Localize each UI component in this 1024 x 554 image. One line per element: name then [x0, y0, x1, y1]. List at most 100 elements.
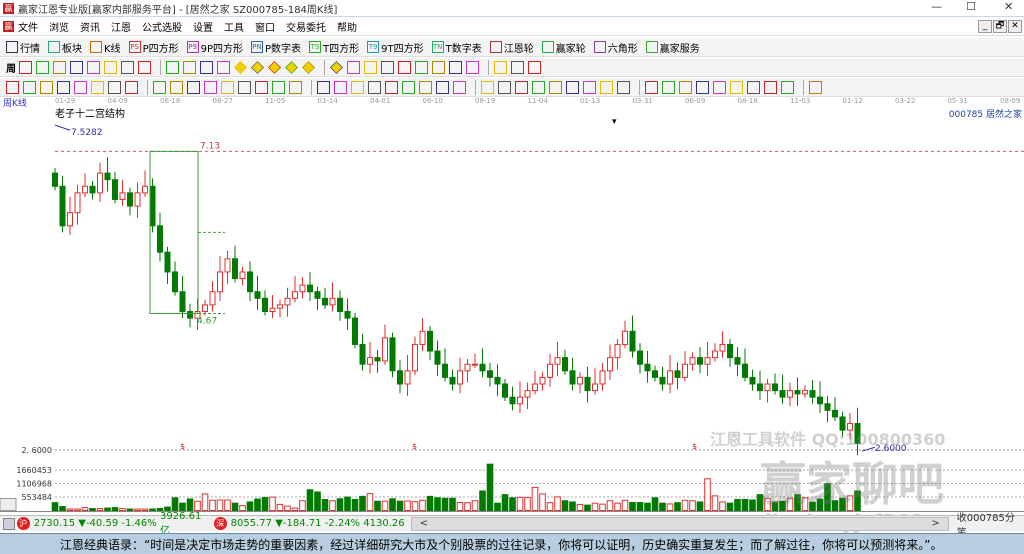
minimize-button[interactable]: — — [931, 0, 942, 13]
fan-icon[interactable] — [368, 80, 381, 94]
diamond-5-icon[interactable] — [302, 60, 315, 74]
f-icon[interactable] — [696, 80, 709, 94]
gold-1-icon[interactable] — [40, 80, 53, 94]
cursor-dropdown-icon[interactable] — [104, 60, 117, 74]
toolbar-9t-square[interactable]: T9 9T四方形 — [367, 40, 424, 55]
tick-icon[interactable] — [255, 80, 268, 94]
infinity-icon[interactable] — [809, 80, 822, 94]
range-icon[interactable] — [334, 80, 347, 94]
toolbar-quote-table[interactable]: 行情 — [6, 40, 40, 55]
calculator-icon[interactable] — [3, 517, 15, 530]
toolbar-p-number[interactable]: PN P数字表 — [251, 40, 301, 55]
ray-icon[interactable] — [419, 80, 432, 94]
diamond-4-icon[interactable] — [285, 60, 298, 74]
menu-trade[interactable]: 交易委托 — [286, 19, 326, 34]
angle-icon[interactable] — [187, 80, 200, 94]
list-icon[interactable] — [466, 60, 479, 74]
close-button[interactable]: ✕ — [1004, 0, 1013, 13]
mdi-close-button[interactable]: ✕ — [1008, 20, 1022, 33]
gold-2-icon[interactable] — [57, 80, 70, 94]
menu-news[interactable]: 资讯 — [80, 19, 100, 34]
toolbar-t-number[interactable]: TN T数字表 — [431, 40, 482, 55]
calculator-icon[interactable] — [449, 60, 462, 74]
fork-icon[interactable] — [74, 80, 87, 94]
toolbar-sector[interactable]: 板块 — [48, 40, 82, 55]
circle-icon[interactable] — [125, 80, 138, 94]
rect-icon[interactable] — [351, 80, 364, 94]
red-4-icon[interactable] — [662, 80, 675, 94]
line-icon[interactable] — [381, 60, 394, 74]
spiral-icon[interactable] — [385, 80, 398, 94]
doc-icon[interactable] — [53, 60, 66, 74]
toolbar-kline[interactable]: K线 — [90, 40, 121, 55]
scroll-right-button[interactable]: > — [931, 518, 939, 530]
export-icon[interactable] — [528, 60, 541, 74]
toolbar-p-square[interactable]: PS P四方形 — [128, 40, 179, 55]
gold-3-icon[interactable] — [600, 80, 613, 94]
table-icon[interactable] — [453, 80, 466, 94]
diamond-6-icon[interactable] — [330, 60, 343, 74]
red-5-icon[interactable] — [730, 80, 743, 94]
bar-icon[interactable] — [515, 80, 528, 94]
horizontal-scrollbar[interactable]: < > — [410, 516, 949, 531]
red-7-icon[interactable] — [764, 80, 777, 94]
kline-chart[interactable]: 1660453 1106968 553484 2. 6000 7.13 4.67 7.528… — [0, 106, 1024, 515]
hand-icon[interactable] — [347, 60, 360, 74]
angle-2-icon[interactable] — [679, 80, 692, 94]
red-2-icon[interactable] — [289, 80, 302, 94]
period-select[interactable]: 周 — [6, 60, 16, 75]
mdi-minimize-button[interactable]: _ — [978, 20, 992, 33]
scroll-left-button[interactable]: < — [420, 518, 428, 530]
select-icon[interactable] — [121, 60, 134, 74]
red-6-icon[interactable] — [747, 80, 760, 94]
ratio-icon[interactable] — [566, 80, 579, 94]
gold-4-icon[interactable] — [713, 80, 726, 94]
pen-icon[interactable] — [6, 80, 19, 94]
next-icon[interactable] — [217, 60, 230, 74]
last-icon[interactable] — [183, 60, 196, 74]
save-icon[interactable] — [494, 60, 507, 74]
lines-icon[interactable] — [153, 80, 166, 94]
color-icon[interactable] — [138, 60, 151, 74]
toolbar-hexagon[interactable]: 六角形 — [593, 40, 638, 55]
percent-icon[interactable] — [549, 80, 562, 94]
diamond-1-icon[interactable] — [234, 60, 247, 74]
toolbar-9p-square[interactable]: P9 9P四方形 — [186, 40, 243, 55]
draw-icon[interactable] — [108, 80, 121, 94]
fan-2-icon[interactable] — [402, 80, 415, 94]
v-icon[interactable] — [436, 80, 449, 94]
coin-icon[interactable] — [583, 80, 596, 94]
percent-red-icon[interactable] — [532, 80, 545, 94]
hash-icon[interactable] — [23, 80, 36, 94]
toolbar-dollar[interactable]: 赢家服务 — [645, 40, 700, 55]
menu-browse[interactable]: 浏览 — [49, 19, 69, 34]
maximize-button[interactable]: ☐ — [966, 0, 976, 13]
n2-icon[interactable] — [170, 80, 183, 94]
chart-b-icon[interactable] — [87, 60, 100, 74]
toolbar-t-square[interactable]: TS T四方形 — [309, 40, 359, 55]
menu-file[interactable]: 文件 — [18, 19, 38, 34]
crosshair-icon[interactable] — [364, 60, 377, 74]
first-icon[interactable] — [166, 60, 179, 74]
grid-2-icon[interactable] — [317, 80, 330, 94]
stripes-icon[interactable] — [498, 80, 511, 94]
red-3-icon[interactable] — [645, 80, 658, 94]
toolbar-gann-wheel[interactable]: 江恩轮 — [489, 40, 534, 55]
pen-2-icon[interactable] — [617, 80, 630, 94]
table-2-icon[interactable] — [481, 80, 494, 94]
wave-icon[interactable] — [91, 80, 104, 94]
menu-settings[interactable]: 设置 — [193, 19, 213, 34]
mark-icon[interactable] — [398, 60, 411, 74]
diamond-2-icon[interactable] — [251, 60, 264, 74]
menu-window[interactable]: 窗口 — [255, 19, 275, 34]
calendar-icon[interactable] — [432, 60, 445, 74]
network-icon[interactable] — [511, 60, 524, 74]
star-icon[interactable] — [221, 80, 234, 94]
grid-icon[interactable] — [36, 60, 49, 74]
red-1-icon[interactable] — [272, 80, 285, 94]
prev-icon[interactable] — [200, 60, 213, 74]
box-icon[interactable] — [238, 80, 251, 94]
toolbar-winner-wheel[interactable]: 赢家轮 — [541, 40, 586, 55]
target-icon[interactable] — [204, 80, 217, 94]
mdi-restore-button[interactable]: 🗗 — [993, 20, 1007, 33]
